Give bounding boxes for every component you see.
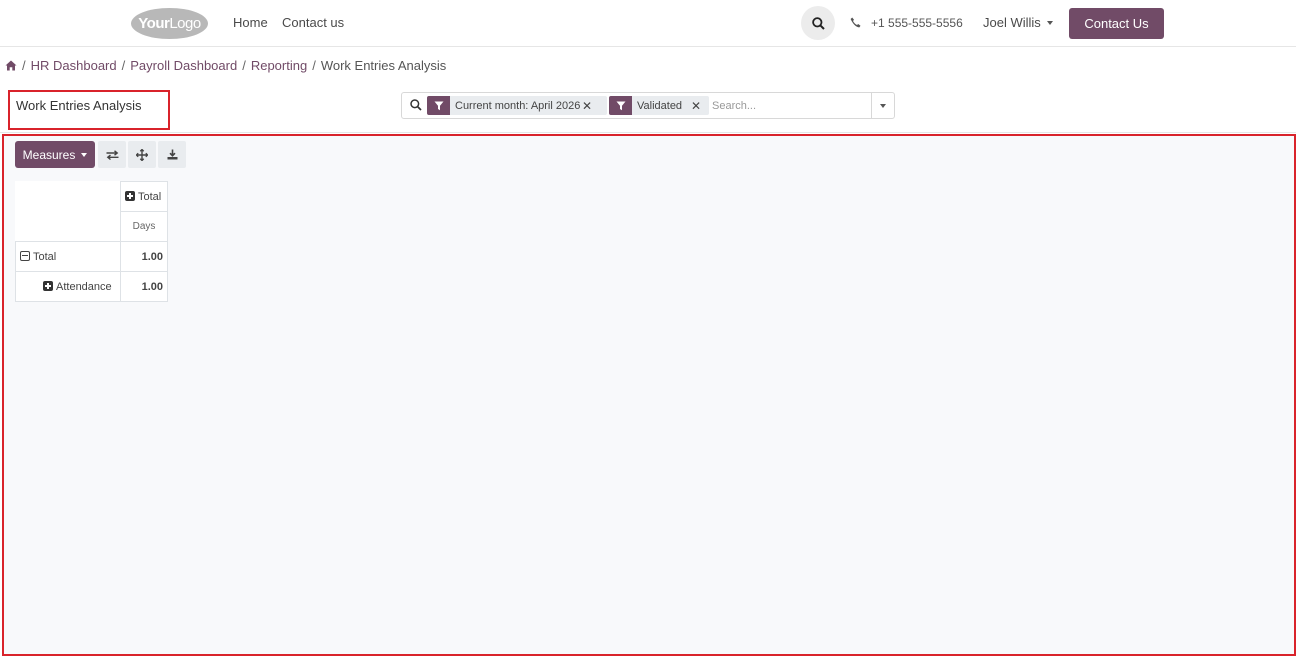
close-icon[interactable]: ✕ <box>582 99 597 113</box>
chevron-down-icon <box>81 152 88 157</box>
search-input[interactable] <box>712 97 872 115</box>
table-row: Attendance 1.00 <box>15 271 168 302</box>
top-navbar: YourLogo Home Contact us +1 555-555-5556… <box>0 0 1296 47</box>
phone-icon <box>850 17 861 28</box>
facet-label: Current month: April 2026 <box>455 99 581 112</box>
search-facet-validated[interactable]: Validated ✕ <box>609 96 709 115</box>
search-icon <box>410 99 422 111</box>
minus-square-icon <box>20 250 30 261</box>
home-icon[interactable] <box>5 60 17 71</box>
breadcrumb-separator: / <box>22 58 26 73</box>
plus-square-icon <box>125 190 135 201</box>
plus-square-icon <box>43 280 53 291</box>
breadcrumb-payroll-dashboard[interactable]: Payroll Dashboard <box>130 58 237 73</box>
chevron-down-icon <box>1046 20 1053 25</box>
expand-all-button[interactable] <box>128 141 156 168</box>
site-logo[interactable]: YourLogo <box>131 8 208 39</box>
pivot-column-header-total[interactable]: Total <box>120 181 168 212</box>
search-bar: Current month: April 2026 ✕ Validated ✕ <box>401 92 895 119</box>
page-title: Work Entries Analysis <box>16 98 142 113</box>
facet-label: Validated <box>637 99 683 112</box>
phone-number[interactable]: +1 555-555-5556 <box>871 16 963 30</box>
expand-all-icon <box>136 148 148 161</box>
search-options-toggle[interactable] <box>871 93 894 118</box>
pivot-corner <box>16 212 121 242</box>
contact-us-button[interactable]: Contact Us <box>1069 8 1164 39</box>
measures-button[interactable]: Measures <box>15 141 95 168</box>
nav-home-link[interactable]: Home <box>233 15 268 30</box>
user-menu[interactable]: Joel Willis <box>983 15 1053 30</box>
close-icon[interactable]: ✕ <box>691 99 706 113</box>
divider <box>0 132 1296 133</box>
header-search-button[interactable] <box>801 6 835 40</box>
breadcrumb-hr-dashboard[interactable]: HR Dashboard <box>31 58 117 73</box>
search-icon <box>811 16 825 30</box>
filter-icon <box>609 96 632 115</box>
download-icon <box>167 149 177 160</box>
breadcrumb-reporting[interactable]: Reporting <box>251 58 307 73</box>
user-name: Joel Willis <box>983 15 1041 30</box>
pivot-cell-value[interactable]: 1.00 <box>120 241 168 272</box>
nav-contact-link[interactable]: Contact us <box>282 15 344 30</box>
pivot-cell-value[interactable]: 1.00 <box>120 271 168 302</box>
breadcrumb-separator: / <box>312 58 316 73</box>
filter-icon <box>427 96 450 115</box>
page-title-highlight: Work Entries Analysis <box>8 90 170 130</box>
breadcrumb-separator: / <box>242 58 246 73</box>
pivot-table: Total Days Total 1.00 Attendance 1.00 <box>15 181 168 302</box>
chevron-down-icon <box>880 103 886 108</box>
breadcrumb-current: Work Entries Analysis <box>320 58 447 73</box>
flip-axis-icon <box>106 149 118 160</box>
pivot-row-header-total[interactable]: Total <box>15 241 121 272</box>
pivot-corner <box>16 182 121 212</box>
table-row: Total 1.00 <box>15 241 168 272</box>
measures-label: Measures <box>22 147 76 162</box>
breadcrumb: / HR Dashboard / Payroll Dashboard / Rep… <box>5 58 446 73</box>
flip-axis-button[interactable] <box>98 141 126 168</box>
pivot-measure-header[interactable]: Days <box>120 211 168 242</box>
search-facet-current-month[interactable]: Current month: April 2026 ✕ <box>427 96 607 115</box>
pivot-row-header-attendance[interactable]: Attendance <box>15 271 121 302</box>
breadcrumb-separator: / <box>121 58 126 73</box>
pivot-content-area: Measures Total Days Total 1.00 Attendanc… <box>2 134 1296 656</box>
download-button[interactable] <box>158 141 186 168</box>
